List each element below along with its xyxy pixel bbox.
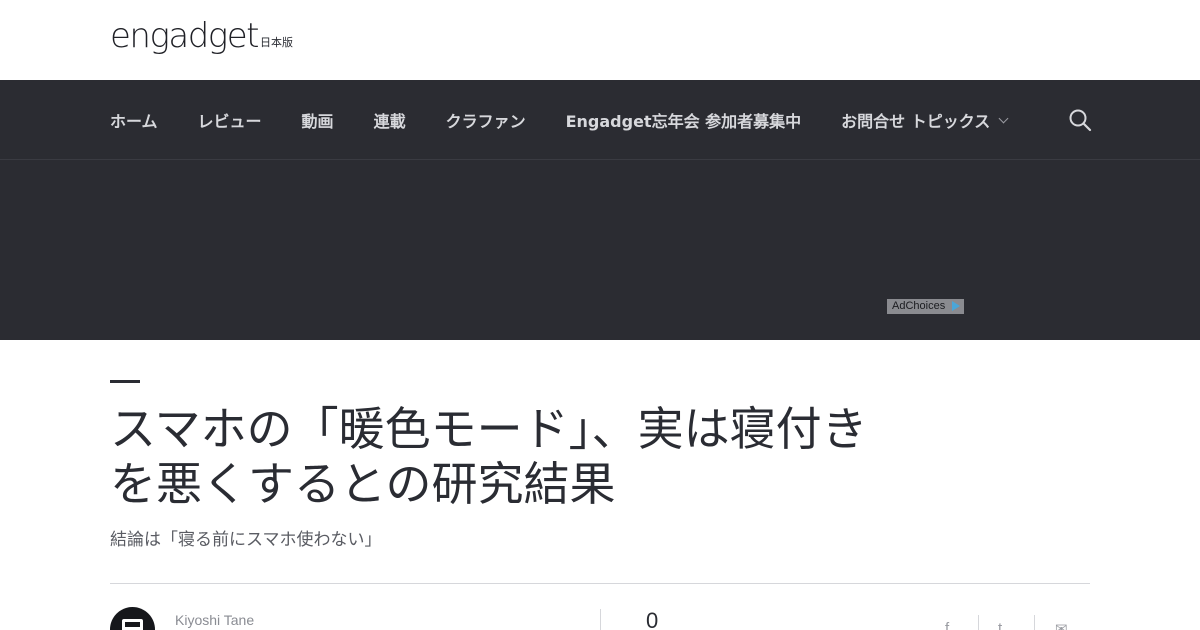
nav-item-series[interactable]: 連載 [374, 108, 406, 132]
nav-item-home[interactable]: ホーム [110, 108, 158, 132]
article-title: スマホの「暖色モード」、実は寝付きを悪くするとの研究結果 [110, 402, 868, 511]
facebook-icon[interactable]: f [945, 620, 949, 630]
nav-item-review[interactable]: レビュー [198, 108, 262, 132]
share-divider [1034, 615, 1035, 630]
author-avatar[interactable] [110, 607, 155, 630]
comment-count[interactable]: 0 [646, 608, 658, 630]
title-accent-line [110, 380, 140, 383]
share-divider [978, 615, 979, 630]
author-name[interactable]: Kiyoshi Tane [175, 612, 254, 628]
site-header: engadget 日本版 [0, 0, 1200, 80]
main-nav: ホーム レビュー 動画 連載 クラファン Engadget忘年会 参加者募集中 … [0, 80, 1200, 160]
nav-item-crowdfunding[interactable]: クラファン [446, 108, 526, 132]
nav-item-video[interactable]: 動画 [302, 108, 334, 132]
nav-items: ホーム レビュー 動画 連載 クラファン Engadget忘年会 参加者募集中 … [110, 80, 1047, 160]
logo-edition-label: 日本版 [259, 36, 293, 49]
nav-item-event[interactable]: Engadget忘年会 参加者募集中 [566, 108, 802, 132]
nav-item-topics-dropdown[interactable]: お問合せ トピックス [841, 108, 1009, 132]
logo-wordmark: engadget [110, 16, 259, 56]
adchoices-icon [952, 301, 960, 311]
divider [110, 583, 1090, 584]
twitter-icon[interactable]: t [998, 620, 1002, 630]
email-icon[interactable]: ✉ [1055, 620, 1068, 630]
site-logo[interactable]: engadget 日本版 [110, 18, 293, 54]
meta-divider [600, 609, 601, 630]
adchoices-label: AdChoices [892, 300, 946, 312]
chevron-down-icon [998, 113, 1009, 123]
adchoices-badge[interactable]: AdChoices [887, 299, 964, 314]
article-subtitle: 結論は「寝る前にスマホ使わない」 [110, 530, 382, 550]
search-icon[interactable] [1068, 108, 1092, 132]
nav-item-topics-label: お問合せ トピックス [841, 112, 991, 131]
ad-banner: AdChoices [0, 160, 1200, 340]
